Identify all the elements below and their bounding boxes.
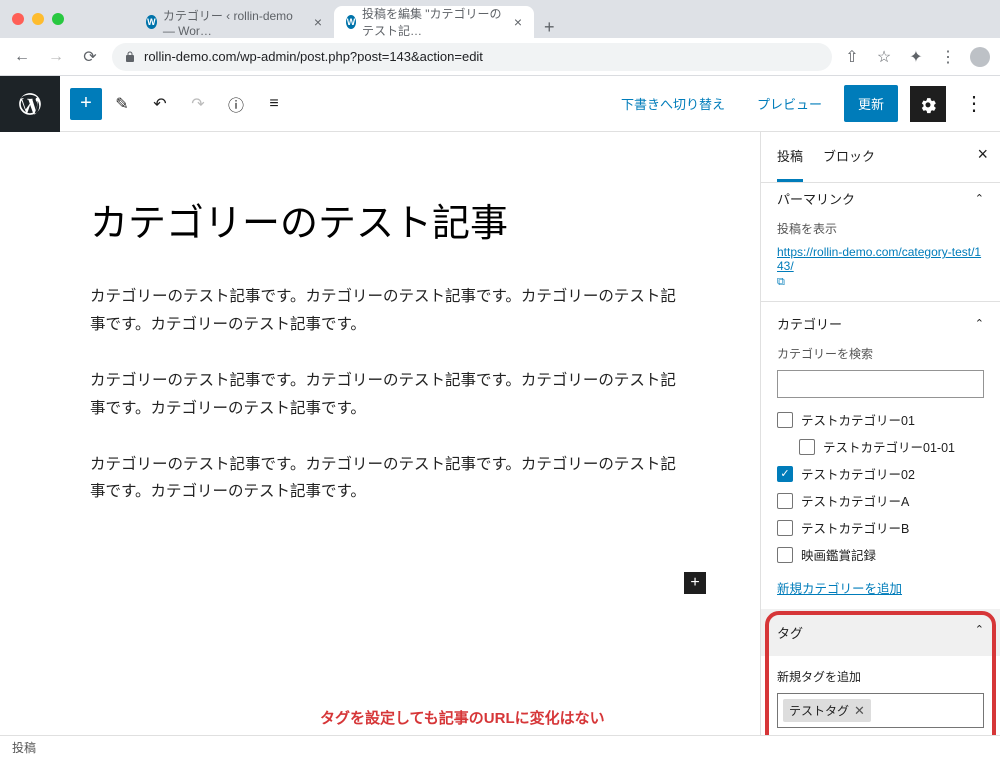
browser-tab-2[interactable]: W 投稿を編集 "カテゴリーのテスト記… × xyxy=(334,6,534,38)
categories-panel: カテゴリー ⌃ カテゴリーを検索 テストカテゴリー01 テストカテゴリー01-01… xyxy=(761,302,1000,610)
extension-icons: ⇧ ☆ ✦ ⋮ xyxy=(842,47,990,67)
browser-tab-1[interactable]: W カテゴリー ‹ rollin-demo — Wor… × xyxy=(134,6,334,38)
checkbox[interactable] xyxy=(799,439,815,455)
lock-icon xyxy=(124,51,136,63)
checkbox[interactable] xyxy=(777,493,793,509)
add-category-link[interactable]: 新規カテゴリーを追加 xyxy=(777,578,902,597)
category-label: テストカテゴリー01 xyxy=(801,410,915,429)
panel-title: カテゴリー xyxy=(777,314,842,333)
undo-button[interactable]: ↶ xyxy=(142,86,178,122)
block-breadcrumb[interactable]: 投稿 xyxy=(0,735,1000,757)
wordpress-logo[interactable] xyxy=(0,76,60,132)
add-block-button[interactable]: + xyxy=(70,88,102,120)
tab-post[interactable]: 投稿 xyxy=(777,132,803,182)
maximize-window-icon[interactable] xyxy=(52,13,64,25)
category-label: 映画鑑賞記録 xyxy=(801,545,876,564)
new-tab-button[interactable]: + xyxy=(534,17,565,38)
share-icon[interactable]: ⇧ xyxy=(842,47,862,67)
tag-label: テストタグ xyxy=(789,702,849,719)
preview-button[interactable]: プレビュー xyxy=(747,86,832,121)
tab-close-icon[interactable]: × xyxy=(514,14,522,30)
reload-button[interactable]: ⟳ xyxy=(78,45,102,69)
post-title[interactable]: カテゴリーのテスト記事 xyxy=(90,192,740,247)
switch-draft-button[interactable]: 下書きへ切り替え xyxy=(611,86,735,121)
minimize-window-icon[interactable] xyxy=(32,13,44,25)
category-label: テストカテゴリーA xyxy=(801,491,909,510)
category-item[interactable]: テストカテゴリーA xyxy=(777,487,984,514)
view-post-label: 投稿を表示 xyxy=(777,220,984,237)
menu-icon[interactable]: ⋮ xyxy=(938,47,958,67)
chevron-up-icon: ⌃ xyxy=(975,192,984,205)
more-menu-icon[interactable]: ⋮ xyxy=(958,91,990,116)
category-item[interactable]: ✓ テストカテゴリー02 xyxy=(777,460,984,487)
wordpress-favicon: W xyxy=(346,15,356,29)
checkbox[interactable]: ✓ xyxy=(777,466,793,482)
chevron-up-icon: ⌃ xyxy=(975,317,984,330)
close-sidebar-icon[interactable]: × xyxy=(977,144,988,165)
block-appender-button[interactable]: + xyxy=(684,572,706,594)
categories-panel-toggle[interactable]: カテゴリー ⌃ xyxy=(777,314,984,333)
category-item[interactable]: テストカテゴリー01 xyxy=(777,406,984,433)
paragraph-block[interactable]: カテゴリーのテスト記事です。カテゴリーのテスト記事です。カテゴリーのテスト記事で… xyxy=(90,451,690,507)
category-label: テストカテゴリー02 xyxy=(801,464,915,483)
settings-icon[interactable] xyxy=(910,86,946,122)
category-label: テストカテゴリー01-01 xyxy=(823,437,955,456)
search-categories-label: カテゴリーを検索 xyxy=(777,345,984,362)
tag-pill: テストタグ ✕ xyxy=(783,699,871,722)
outline-icon[interactable]: ≡ xyxy=(256,86,292,122)
extensions-icon[interactable]: ✦ xyxy=(906,47,926,67)
checkbox[interactable] xyxy=(777,520,793,536)
category-search-input[interactable] xyxy=(777,370,984,398)
url-text: rollin-demo.com/wp-admin/post.php?post=1… xyxy=(144,49,483,64)
back-button[interactable]: ← xyxy=(10,45,34,69)
tab-block[interactable]: ブロック xyxy=(823,132,875,182)
redo-button[interactable]: ↷ xyxy=(180,86,216,122)
editor-header: + ✎ ↶ ↷ ⓘ ≡ 下書きへ切り替え プレビュー 更新 ⋮ xyxy=(0,76,1000,132)
permalink-url[interactable]: https://rollin-demo.com/category-test/14… xyxy=(777,245,984,273)
tag-input[interactable]: テストタグ ✕ xyxy=(777,693,984,728)
panel-title: タグ xyxy=(777,623,803,642)
profile-avatar[interactable] xyxy=(970,47,990,67)
edit-mode-icon[interactable]: ✎ xyxy=(104,86,140,122)
address-bar[interactable]: rollin-demo.com/wp-admin/post.php?post=1… xyxy=(112,43,832,71)
tutorial-annotation: タグを設定しても記事のURLに変化はない xyxy=(320,707,605,728)
category-item[interactable]: テストカテゴリーB xyxy=(777,514,984,541)
browser-url-bar: ← → ⟳ rollin-demo.com/wp-admin/post.php?… xyxy=(0,38,1000,76)
permalink-panel-toggle[interactable]: パーマリンク ⌃ xyxy=(777,189,984,208)
settings-sidebar: 投稿 ブロック × パーマリンク ⌃ 投稿を表示 https://rollin-… xyxy=(760,132,1000,757)
category-label: テストカテゴリーB xyxy=(801,518,909,537)
tags-panel-toggle[interactable]: タグ ⌃ xyxy=(761,609,1000,656)
permalink-panel: パーマリンク ⌃ 投稿を表示 https://rollin-demo.com/c… xyxy=(761,183,1000,302)
paragraph-block[interactable]: カテゴリーのテスト記事です。カテゴリーのテスト記事です。カテゴリーのテスト記事で… xyxy=(90,367,690,423)
add-tag-label: 新規タグを追加 xyxy=(777,668,984,685)
tab-close-icon[interactable]: × xyxy=(314,14,322,30)
tab-title: カテゴリー ‹ rollin-demo — Wor… xyxy=(163,7,304,38)
chevron-up-icon: ⌃ xyxy=(975,623,984,642)
panel-title: パーマリンク xyxy=(777,189,855,208)
tab-title: 投稿を編集 "カテゴリーのテスト記… xyxy=(362,5,504,39)
window-controls xyxy=(12,13,64,25)
wordpress-favicon: W xyxy=(146,15,157,29)
forward-button[interactable]: → xyxy=(44,45,68,69)
category-item[interactable]: 映画鑑賞記録 xyxy=(777,541,984,568)
browser-tab-strip: W カテゴリー ‹ rollin-demo — Wor… × W 投稿を編集 "… xyxy=(0,0,1000,38)
close-window-icon[interactable] xyxy=(12,13,24,25)
sidebar-tabs: 投稿 ブロック × xyxy=(761,132,1000,183)
paragraph-block[interactable]: カテゴリーのテスト記事です。カテゴリーのテスト記事です。カテゴリーのテスト記事で… xyxy=(90,283,690,339)
category-item[interactable]: テストカテゴリー01-01 xyxy=(777,433,984,460)
bookmark-icon[interactable]: ☆ xyxy=(874,47,894,67)
remove-tag-icon[interactable]: ✕ xyxy=(854,703,865,719)
info-icon[interactable]: ⓘ xyxy=(218,86,254,122)
external-link-icon: ⧉ xyxy=(777,276,785,288)
checkbox[interactable] xyxy=(777,412,793,428)
publish-button[interactable]: 更新 xyxy=(844,85,898,122)
checkbox[interactable] xyxy=(777,547,793,563)
editor-canvas[interactable]: カテゴリーのテスト記事 カテゴリーのテスト記事です。カテゴリーのテスト記事です。… xyxy=(0,132,760,757)
